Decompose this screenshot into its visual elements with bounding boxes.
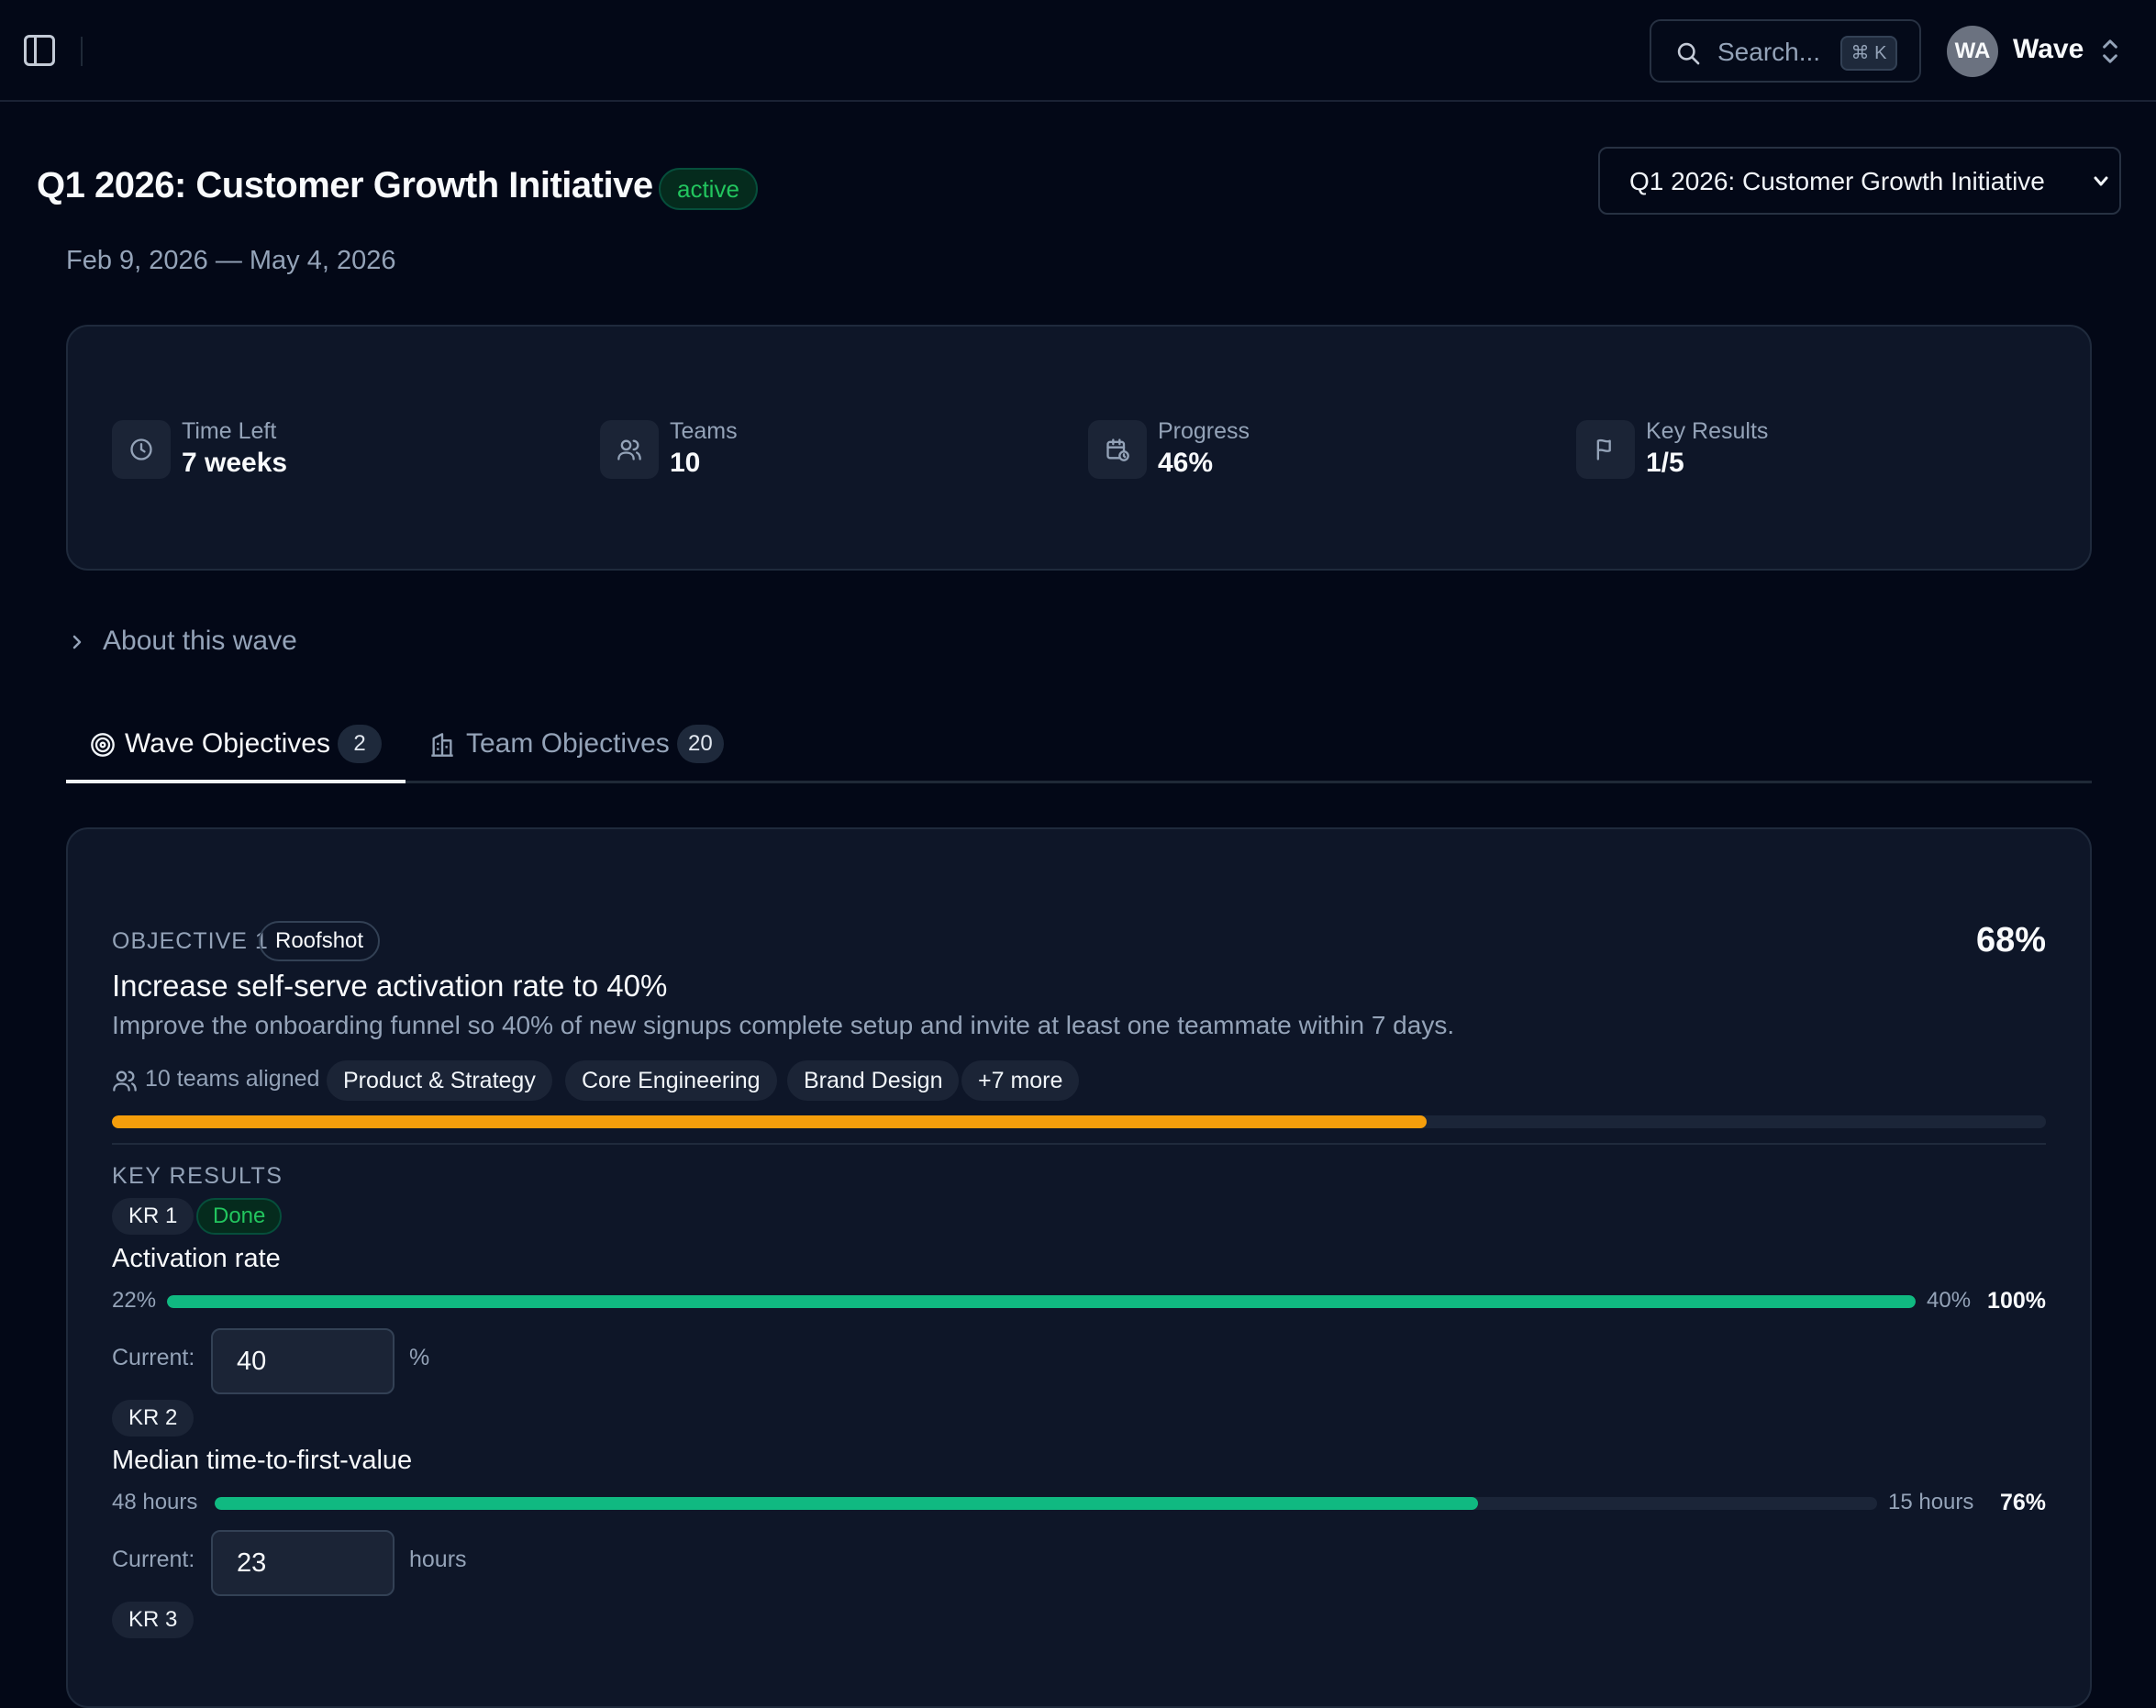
chevrons-up-down-icon[interactable] bbox=[2101, 37, 2119, 66]
objective-progress-percent: 68% bbox=[1975, 921, 2046, 959]
stat-icon-container bbox=[1576, 420, 1635, 479]
objective-card: OBJECTIVE 1 Roofshot 68% Increase self-s… bbox=[66, 827, 2092, 1708]
users-icon bbox=[617, 439, 641, 460]
kr-progress-percent: 76% bbox=[1999, 1490, 2046, 1515]
top-bar: Search... ⌘ K WA Wave bbox=[0, 0, 2156, 102]
tab-wave-objectives[interactable]: Wave Objectives 2 bbox=[66, 715, 406, 783]
kr-progress-percent: 100% bbox=[1987, 1288, 2046, 1314]
kr-start-value: 48 hours bbox=[112, 1490, 198, 1514]
key-result-item: KR 3 bbox=[112, 1602, 2046, 1657]
kr-unit: hours bbox=[409, 1547, 467, 1572]
kr-current-input[interactable] bbox=[211, 1530, 395, 1596]
clock-icon bbox=[130, 438, 152, 460]
tab-label: Team Objectives bbox=[466, 728, 670, 759]
kr-tag: KR 2 bbox=[112, 1400, 194, 1436]
stats-card: Time Left 7 weeks Teams 10 Progress 46% … bbox=[66, 325, 2092, 571]
page-title: Q1 2026: Customer Growth Initiative bbox=[37, 165, 653, 205]
chevron-right-icon bbox=[72, 635, 82, 649]
stat-icon-container bbox=[112, 420, 171, 479]
status-badge: active bbox=[659, 168, 758, 210]
stat-value: 7 weeks bbox=[182, 448, 288, 478]
kr-progress-bar bbox=[215, 1497, 1877, 1510]
tab-label: Wave Objectives bbox=[125, 728, 330, 759]
search-placeholder: Search... bbox=[1717, 38, 1821, 66]
stat-label: Teams bbox=[670, 418, 738, 444]
target-icon bbox=[91, 733, 115, 757]
more-teams-chip[interactable]: +7 more bbox=[961, 1060, 1080, 1101]
objective-progress-bar bbox=[112, 1115, 2046, 1128]
stat-value: 46% bbox=[1158, 448, 1214, 478]
stat-value: 1/5 bbox=[1646, 448, 1684, 478]
teams-aligned-row: 10 teams aligned Product & Strategy Core… bbox=[112, 1060, 1488, 1101]
users-icon bbox=[113, 1070, 137, 1092]
workspace-name[interactable]: Wave bbox=[2013, 34, 2084, 65]
kr-target-value: 15 hours bbox=[1888, 1490, 1974, 1514]
kr-start-value: 22% bbox=[112, 1288, 157, 1313]
flag-icon bbox=[1596, 438, 1611, 460]
stat-icon-container bbox=[1088, 420, 1147, 479]
date-range: Feb 9, 2026 — May 4, 2026 bbox=[66, 246, 396, 275]
wave-select[interactable]: Q1 2026: Customer Growth Initiative bbox=[1598, 147, 2121, 215]
team-chip[interactable]: Brand Design bbox=[787, 1060, 960, 1101]
sidebar-toggle-icon[interactable] bbox=[24, 35, 55, 66]
divider bbox=[112, 1143, 2046, 1145]
kr-current-label: Current: bbox=[112, 1345, 195, 1370]
kr-target-value: 40% bbox=[1927, 1288, 1972, 1313]
avatar[interactable]: WA bbox=[1947, 26, 1998, 77]
search-icon bbox=[1677, 42, 1700, 65]
search-shortcut-kbd: ⌘ K bbox=[1840, 36, 1897, 71]
kr-tag: KR 1 bbox=[112, 1198, 194, 1235]
objective-type-badge: Roofshot bbox=[259, 921, 381, 961]
kr-title: Median time-to-first-value bbox=[112, 1446, 413, 1475]
kr-current-input[interactable] bbox=[211, 1328, 395, 1394]
kr-tag: KR 3 bbox=[112, 1602, 194, 1638]
building-icon bbox=[431, 733, 453, 757]
calendar-clock-icon bbox=[1106, 438, 1129, 461]
search-button[interactable]: Search... ⌘ K bbox=[1650, 19, 1921, 83]
kr-status-badge: Done bbox=[196, 1198, 283, 1235]
teams-aligned-count: 10 teams aligned bbox=[145, 1066, 320, 1092]
stat-icon-container bbox=[600, 420, 659, 479]
kr-progress-fill bbox=[215, 1497, 1479, 1510]
team-chip[interactable]: Core Engineering bbox=[565, 1060, 777, 1101]
chevron-down-icon bbox=[2094, 176, 2108, 186]
wave-select-value: Q1 2026: Customer Growth Initiative bbox=[1629, 167, 2045, 195]
key-results-heading: KEY RESULTS bbox=[112, 1163, 283, 1189]
objective-progress-fill bbox=[112, 1115, 1428, 1128]
team-chip[interactable]: Product & Strategy bbox=[327, 1060, 552, 1101]
kr-current-label: Current: bbox=[112, 1547, 195, 1572]
kr-progress-bar bbox=[167, 1295, 1916, 1308]
key-result-item: KR 2 Median time-to-first-value 48 hours… bbox=[112, 1400, 2046, 1611]
objective-description: Improve the onboarding funnel so 40% of … bbox=[112, 1011, 1455, 1039]
tab-count: 2 bbox=[338, 725, 382, 763]
objective-tabs: Wave Objectives 2 Team Objectives 20 bbox=[66, 715, 2092, 783]
key-result-item: KR 1 Done Activation rate 22% 40% 100% C… bbox=[112, 1198, 2046, 1409]
kr-unit: % bbox=[409, 1345, 430, 1370]
objective-title[interactable]: Increase self-serve activation rate to 4… bbox=[112, 969, 667, 1004]
topbar-divider bbox=[81, 37, 83, 66]
kr-progress-fill bbox=[167, 1295, 1916, 1308]
stat-label: Key Results bbox=[1646, 418, 1769, 444]
stat-value: 10 bbox=[670, 448, 701, 478]
tab-team-objectives[interactable]: Team Objectives 20 bbox=[424, 715, 809, 783]
kr-title: Activation rate bbox=[112, 1244, 281, 1273]
tab-count: 20 bbox=[677, 725, 724, 763]
stat-label: Time Left bbox=[182, 418, 277, 444]
about-wave-label: About this wave bbox=[103, 626, 297, 656]
objective-number: OBJECTIVE 1 bbox=[112, 928, 269, 954]
stat-label: Progress bbox=[1158, 418, 1250, 444]
